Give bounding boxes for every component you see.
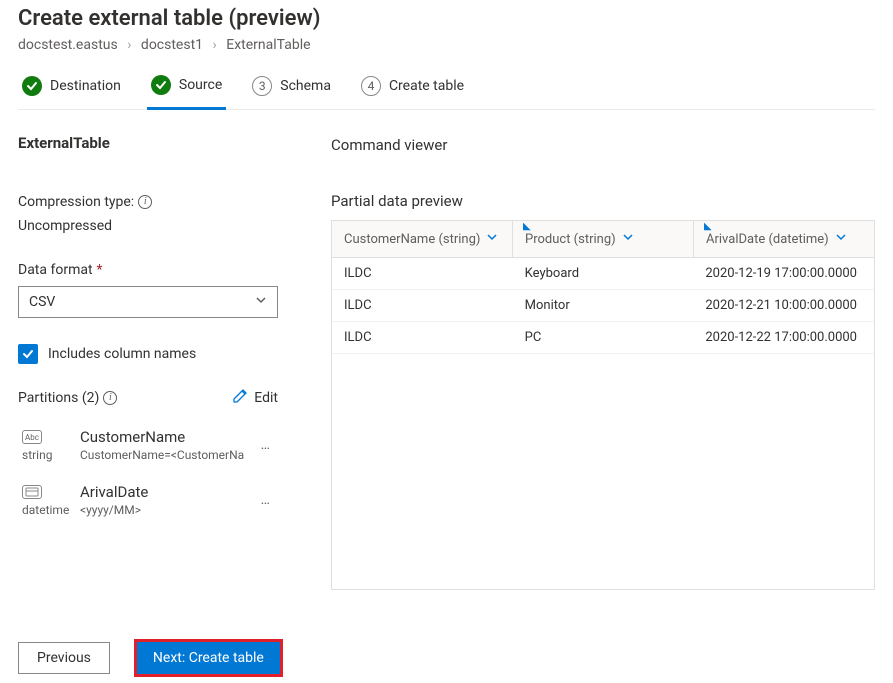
step-number-icon: 3 [252,76,272,96]
field-label-text: Compression type: [18,194,134,210]
partition-type-label: string [22,448,70,462]
table-row[interactable]: ILDC Keyboard 2020-12-19 17:00:00.0000 [332,258,874,290]
info-icon[interactable]: i [103,391,117,405]
cell-product: PC [513,322,694,353]
column-header-label: CustomerName (string) [344,232,480,247]
cell-product: Keyboard [513,258,694,289]
wizard-steps: Destination Source 3 Schema 4 Create tab… [18,65,875,110]
step-destination[interactable]: Destination [18,66,125,108]
check-icon [151,75,171,95]
compression-type-value: Uncompressed [18,218,303,234]
cell-product: Monitor [513,290,694,321]
datetime-type-icon [22,485,42,499]
partition-name: ArivalDate [80,483,251,501]
chevron-right-icon: › [127,37,131,53]
dropdown-value: CSV [29,294,55,310]
column-header-arivaldate[interactable]: ◣ ArivalDate (datetime) [694,221,874,257]
field-label-text: Partitions (2) [18,390,99,406]
page-title: Create external table (preview) [18,6,875,31]
sort-indicator-icon: ◣ [704,221,712,232]
breadcrumb-item[interactable]: docstest.eastus [18,37,118,53]
column-header-label: ArivalDate (datetime) [706,232,829,247]
step-label: Source [179,77,222,93]
data-format-label: Data format * [18,262,303,278]
step-label: Create table [389,78,464,94]
column-header-product[interactable]: ◣ Product (string) [513,221,694,257]
pencil-icon [232,388,248,408]
edit-partitions-button[interactable]: Edit [232,388,278,408]
partition-name: CustomerName [80,428,251,446]
step-number-icon: 4 [361,76,381,96]
table-row[interactable]: ILDC PC 2020-12-22 17:00:00.0000 [332,322,874,354]
step-source[interactable]: Source [147,65,226,110]
more-icon[interactable]: … [261,492,274,508]
step-label: Schema [280,78,331,94]
step-label: Destination [50,78,121,94]
source-config-panel: ExternalTable Compression type: i Uncomp… [18,134,303,590]
chevron-down-icon [622,231,634,247]
chevron-down-icon [486,231,498,247]
previous-button[interactable]: Previous [18,642,110,674]
cell-arivaldate: 2020-12-21 10:00:00.0000 [693,290,874,321]
check-icon [22,76,42,96]
data-preview-heading: Partial data preview [331,192,875,210]
column-header-label: Product (string) [525,232,616,247]
command-viewer-heading: Command viewer [331,134,875,154]
checkbox-label: Includes column names [48,346,196,362]
chevron-down-icon [255,294,267,310]
field-label-text: Data format [18,262,93,278]
data-preview-grid: CustomerName (string) ◣ Product (string) [331,220,875,590]
more-icon[interactable]: … [261,437,274,453]
breadcrumb: docstest.eastus › docstest1 › ExternalTa… [18,37,875,53]
chevron-right-icon: › [213,37,217,53]
next-create-table-button[interactable]: Next: Create table [134,639,283,677]
chevron-down-icon [835,231,847,247]
table-name-heading: ExternalTable [18,134,303,152]
info-icon[interactable]: i [138,195,152,209]
table-row[interactable]: ILDC Monitor 2020-12-21 10:00:00.0000 [332,290,874,322]
partition-row[interactable]: Abc string CustomerName CustomerName=<Cu… [18,420,278,475]
sort-indicator-icon: ◣ [523,221,531,232]
partition-type-label: datetime [22,503,70,517]
cell-customername: ILDC [332,290,513,321]
column-header-customername[interactable]: CustomerName (string) [332,221,513,257]
partition-pattern: CustomerName=<CustomerName> [80,448,245,462]
cell-arivaldate: 2020-12-22 17:00:00.0000 [693,322,874,353]
cell-customername: ILDC [332,258,513,289]
required-indicator: * [97,262,103,278]
partitions-label: Partitions (2) i [18,390,117,406]
grid-header-row: CustomerName (string) ◣ Product (string) [332,221,874,258]
cell-arivaldate: 2020-12-19 17:00:00.0000 [693,258,874,289]
checkbox-checked-icon [18,344,38,364]
step-schema[interactable]: 3 Schema [248,66,335,108]
cell-customername: ILDC [332,322,513,353]
partition-pattern: <yyyy/MM> [80,503,245,517]
string-type-icon: Abc [22,430,42,444]
breadcrumb-item[interactable]: docstest1 [141,37,203,53]
includes-column-names-checkbox[interactable]: Includes column names [18,344,303,364]
step-create-table[interactable]: 4 Create table [357,66,468,108]
partition-row[interactable]: datetime ArivalDate <yyyy/MM> … [18,475,278,530]
breadcrumb-item[interactable]: ExternalTable [226,37,310,53]
compression-type-label: Compression type: i [18,194,303,210]
data-format-dropdown[interactable]: CSV [18,286,278,318]
edit-label: Edit [254,390,278,406]
